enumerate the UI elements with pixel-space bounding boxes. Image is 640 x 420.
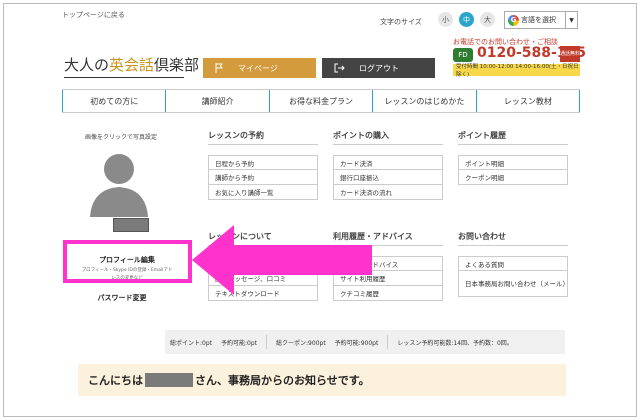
menu-item[interactable]: お気に入り講師一覧	[208, 185, 318, 200]
menu-item[interactable]: 日本事務局お問い合わせ（メール）	[458, 271, 569, 297]
global-nav: 初めての方に 講師紹介 お得な料金プラン レッスンのはじめかた レッスン教材	[62, 89, 581, 113]
toll-free-badge: 通話無料	[560, 46, 580, 62]
logo-underline	[64, 77, 184, 78]
total-coupons: 総クーポン:900pt	[276, 339, 326, 347]
nav-item-beginners[interactable]: 初めての方に	[62, 90, 165, 112]
highlight-box	[63, 240, 192, 283]
bookable-points: 予約可能:0pt	[221, 339, 258, 347]
logout-button[interactable]: ログアウト	[322, 58, 435, 78]
bookable-coupons: 予約可能:900pt	[334, 339, 379, 347]
nav-item-pricing[interactable]: お得な料金プラン	[268, 90, 372, 112]
photo-hint: 画像をクリックで写真設定	[84, 134, 157, 141]
notice-message: さん、事務局からのお知らせです。	[195, 374, 370, 387]
google-icon: G	[508, 14, 519, 26]
avatar[interactable]	[88, 147, 150, 217]
flag-icon	[215, 63, 223, 73]
lesson-count: レッスン予約可能数:14回、予約数：0回。	[397, 339, 513, 347]
section-title: ポイントの購入	[333, 130, 443, 145]
section-title: お問い合わせ	[458, 231, 568, 246]
section-point-purchase: ポイントの購入 カード決済 銀行口座振込 カード決済の流れ	[333, 130, 443, 200]
nav-item-howto[interactable]: レッスンのはじめかた	[372, 90, 475, 112]
username-redacted	[145, 373, 193, 387]
total-points: 総ポイント:0pt	[170, 339, 213, 347]
menu-item[interactable]: よくある質問	[458, 256, 568, 271]
menu-item[interactable]: カード決済の流れ	[333, 185, 443, 200]
menu-item[interactable]: カード決済	[333, 155, 443, 170]
divider	[266, 335, 268, 349]
logout-icon	[334, 63, 345, 73]
menu-item[interactable]: ポイント明細	[458, 155, 568, 170]
mypage-label: マイページ	[238, 63, 278, 73]
section-title: ポイント履歴	[458, 130, 568, 145]
divider	[387, 335, 389, 349]
business-hours: 受付時間 10:00-12:00 14:00-16:00(土・日祝日除く)	[453, 64, 580, 78]
password-change-link[interactable]: パスワード変更	[62, 293, 182, 303]
menu-item[interactable]: 講師から予約	[208, 170, 318, 185]
language-select-label: 言語を選択	[521, 16, 556, 24]
font-size-medium-button[interactable]: 中	[459, 12, 474, 27]
section-lesson-booking: レッスンの予約 日程から予約 講師から予約 お気に入り講師一覧	[208, 130, 318, 200]
chevron-down-icon: ▼	[565, 12, 577, 28]
freedial-icon: FD	[453, 48, 473, 62]
nav-item-teachers[interactable]: 講師紹介	[165, 90, 268, 112]
section-title: レッスンの予約	[208, 130, 318, 145]
username-redacted	[113, 218, 149, 232]
pointer-arrow-icon	[192, 225, 372, 295]
section-point-history: ポイント履歴 ポイント明細 クーポン明細	[458, 130, 568, 185]
logout-label: ログアウト	[359, 63, 399, 73]
menu-item[interactable]: 日程から予約	[208, 155, 318, 170]
notice-banner: こんにちは さん、事務局からのお知らせです。	[78, 364, 566, 396]
menu-item[interactable]: 銀行口座振込	[333, 170, 443, 185]
menu-item[interactable]: クーポン明細	[458, 170, 568, 185]
back-to-top-link[interactable]: トップページに戻る	[62, 10, 125, 20]
font-size-large-button[interactable]: 大	[480, 12, 495, 27]
language-select[interactable]: G 言語を選択 ▼	[504, 11, 578, 29]
font-size-small-button[interactable]: 小	[438, 12, 453, 27]
site-logo[interactable]: 大人の英会話倶楽部	[64, 54, 199, 75]
font-size-label: 文字のサイズ	[380, 18, 422, 26]
mypage-button[interactable]: マイページ	[203, 58, 316, 78]
notice-greeting: こんにちは	[88, 374, 143, 387]
points-summary: 総ポイント:0pt 予約可能:0pt 総クーポン:900pt 予約可能:900p…	[165, 330, 565, 354]
nav-item-materials[interactable]: レッスン教材	[475, 90, 581, 112]
section-contact: お問い合わせ よくある質問 日本事務局お問い合わせ（メール）	[458, 231, 569, 297]
